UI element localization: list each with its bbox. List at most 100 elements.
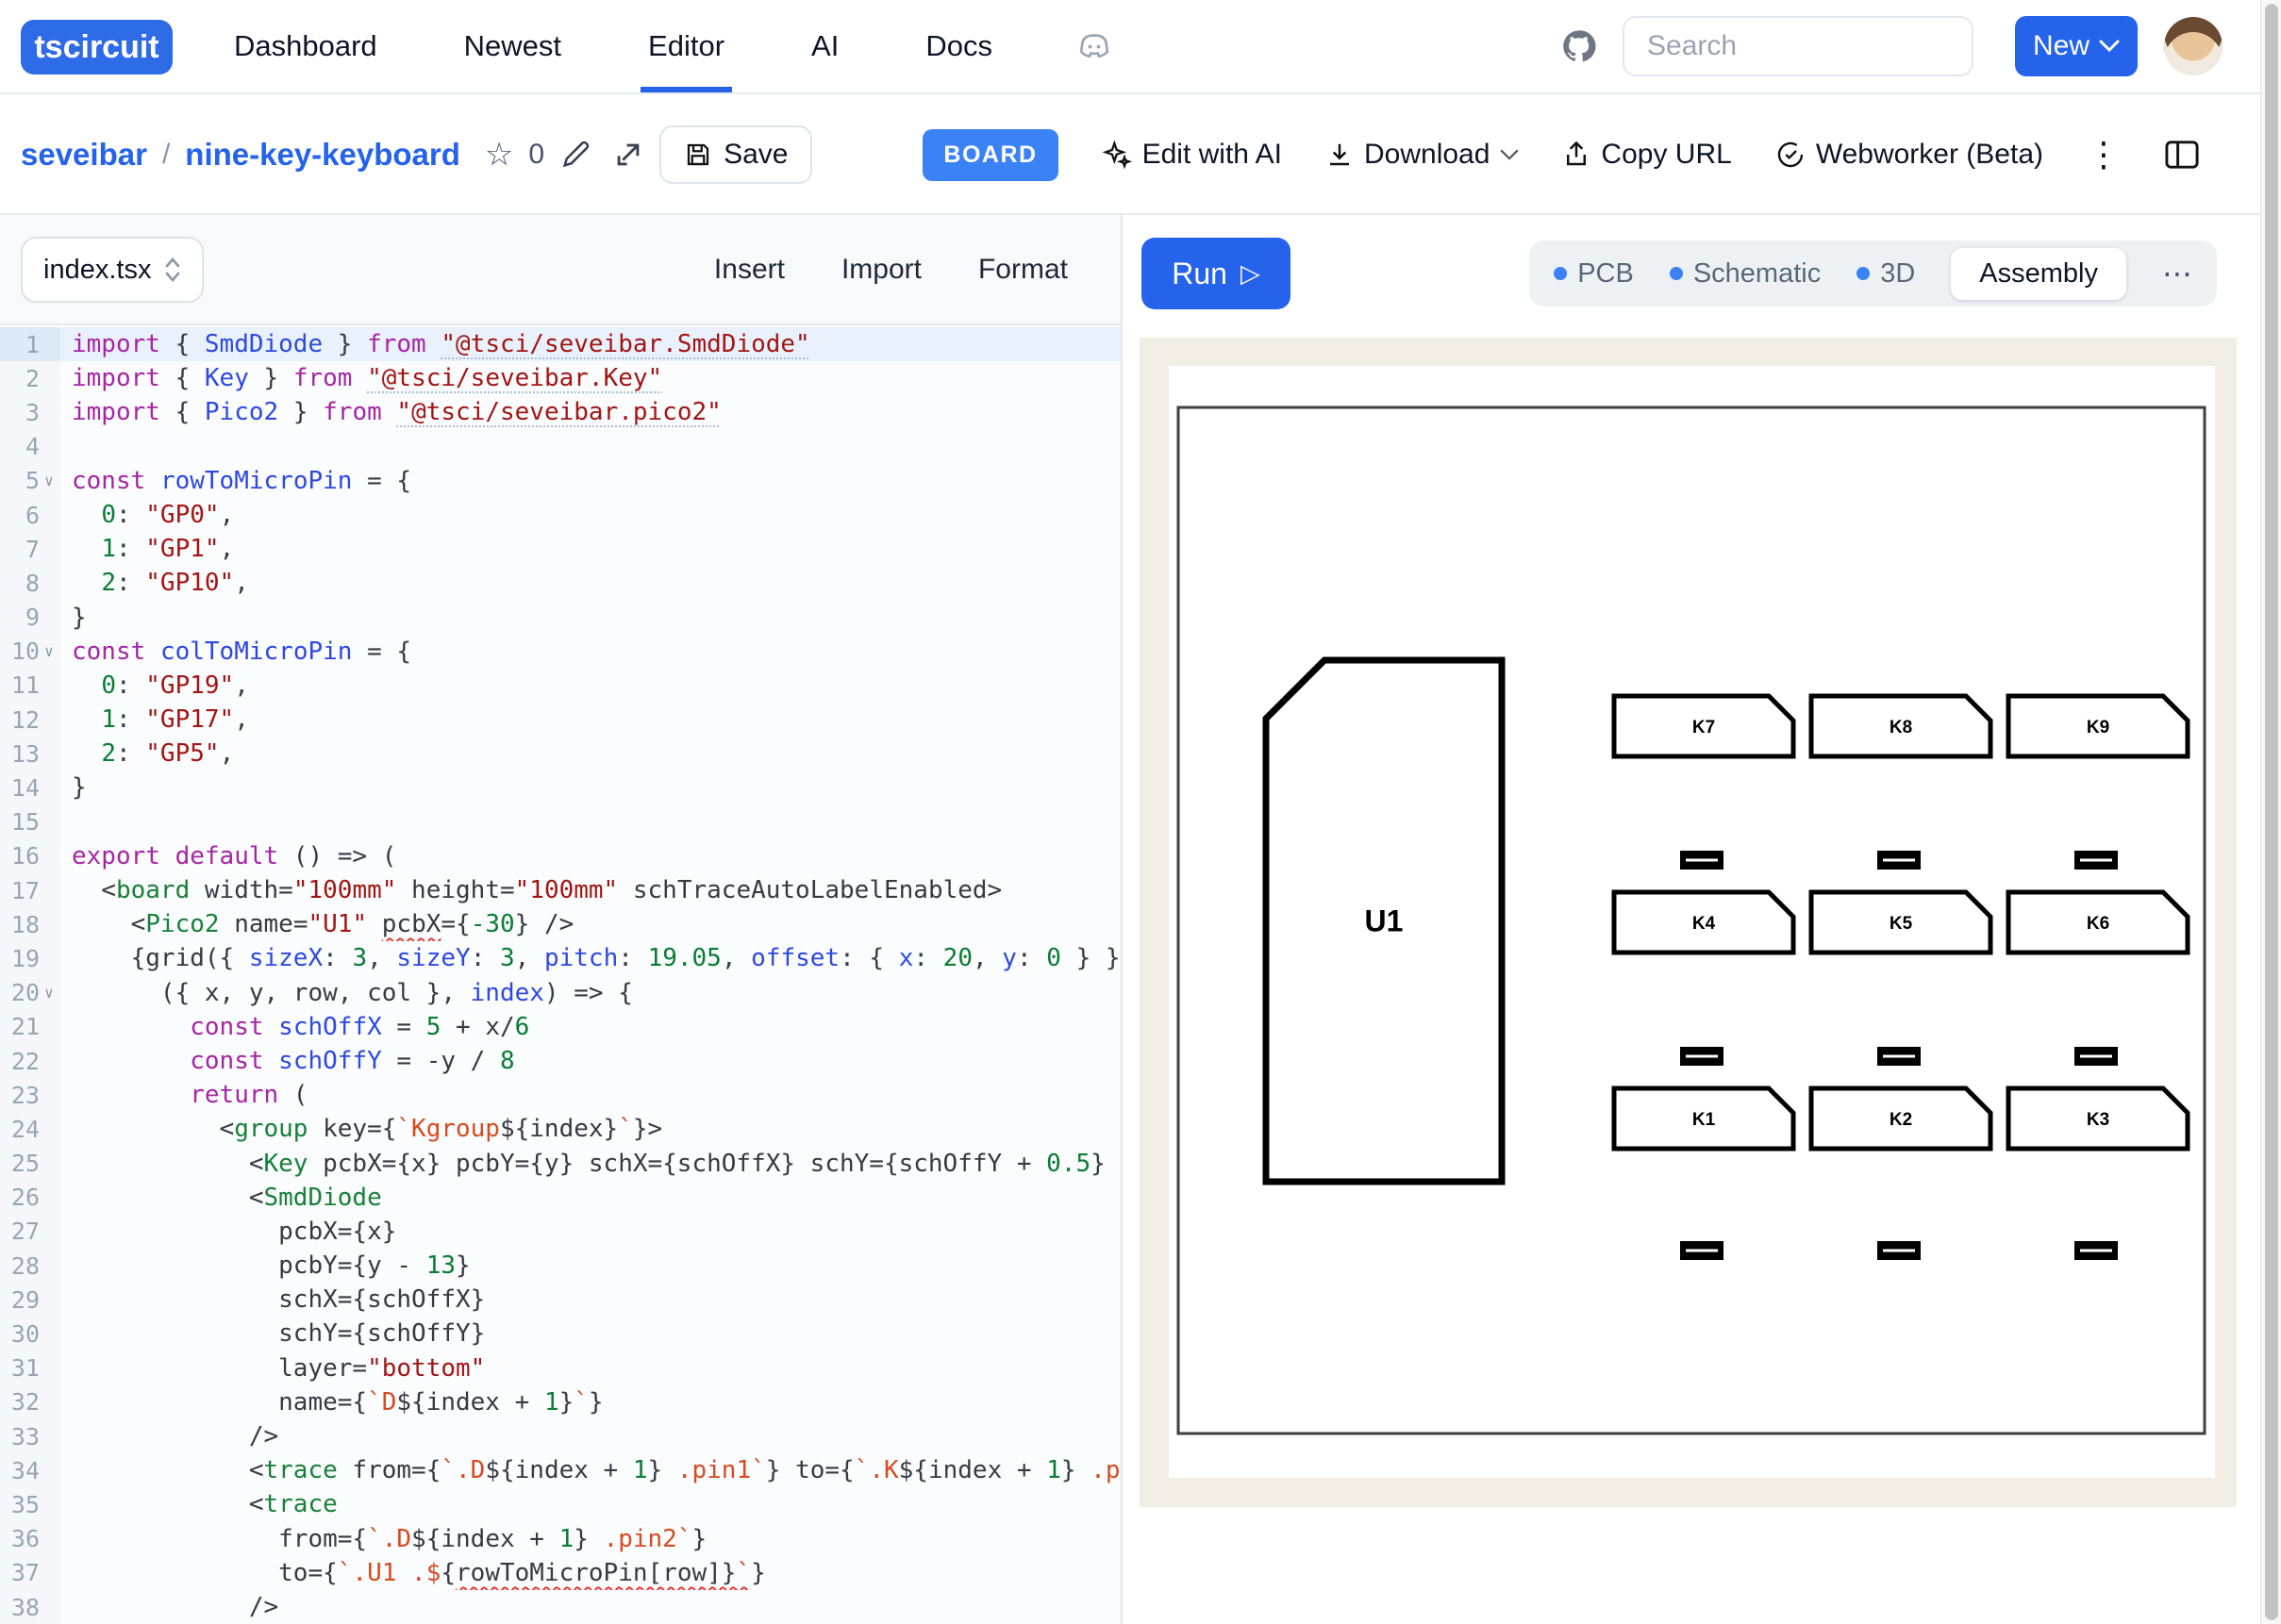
code-text: const colToMicroPin = { xyxy=(60,635,1121,669)
code-text: 2: "GP10", xyxy=(60,566,1121,600)
webworker-toggle[interactable]: Webworker (Beta) xyxy=(1775,139,2043,171)
preview-tabs: PCB Schematic 3D Assembly ⋯ xyxy=(1529,240,2217,307)
save-button[interactable]: Save xyxy=(659,125,812,184)
line-number: 35 xyxy=(0,1491,40,1518)
gutter-line-5: 5∨ xyxy=(0,464,60,498)
editor-menu-format[interactable]: Format xyxy=(978,254,1068,286)
user-avatar[interactable] xyxy=(2164,17,2223,75)
code-line-23: 23 return ( xyxy=(0,1078,1121,1112)
tab-pcb[interactable]: PCB xyxy=(1554,258,1634,290)
editor-menu-insert[interactable]: Insert xyxy=(714,254,785,286)
line-number: 9 xyxy=(0,604,40,631)
code-line-15: 15 xyxy=(0,805,1121,839)
tab-schematic[interactable]: Schematic xyxy=(1670,258,1821,290)
edit-with-ai-button[interactable]: Edit with AI xyxy=(1102,139,1282,171)
code-text: return ( xyxy=(60,1078,1121,1112)
fold-arrow-icon[interactable]: ∨ xyxy=(40,984,58,1002)
nav-link-newest[interactable]: Newest xyxy=(457,0,569,92)
open-external-icon[interactable] xyxy=(612,139,644,171)
key-label-k9: K9 xyxy=(2087,718,2109,737)
line-number: 17 xyxy=(0,877,40,904)
fold-arrow-icon[interactable]: ∨ xyxy=(40,472,58,489)
code-line-28: 28 pcbY={y - 13} xyxy=(0,1249,1121,1283)
code-area[interactable]: 1import { SmdDiode } from "@tsci/seveiba… xyxy=(0,327,1121,1624)
key-label-k5: K5 xyxy=(1890,914,1913,934)
code-line-6: 6 0: "GP0", xyxy=(0,498,1121,532)
editor-menu-import[interactable]: Import xyxy=(841,254,922,286)
new-button-label: New xyxy=(2033,30,2090,62)
gutter-line-19: 19 xyxy=(0,941,60,975)
code-text: <group key={`Kgroup${index}`}> xyxy=(60,1112,1121,1146)
github-icon[interactable] xyxy=(1560,27,1598,65)
code-line-33: 33 /> xyxy=(0,1419,1121,1453)
key-label-k1: K1 xyxy=(1692,1110,1716,1130)
line-number: 36 xyxy=(0,1525,40,1552)
breadcrumb-separator: / xyxy=(162,139,170,171)
tab-assembly[interactable]: Assembly xyxy=(1951,248,2126,300)
new-button[interactable]: New xyxy=(2015,16,2138,76)
star-icon[interactable]: ☆ xyxy=(485,136,513,174)
line-number: 16 xyxy=(0,842,40,870)
gutter-line-7: 7 xyxy=(0,532,60,566)
line-number: 14 xyxy=(0,774,40,802)
search-input[interactable] xyxy=(1623,16,1973,76)
copy-url-button[interactable]: Copy URL xyxy=(1562,139,1731,171)
webworker-label: Webworker (Beta) xyxy=(1816,139,2043,171)
copy-url-label: Copy URL xyxy=(1601,139,1731,171)
tab-label: Schematic xyxy=(1693,258,1821,290)
gutter-line-12: 12 xyxy=(0,703,60,737)
tabs-more-icon[interactable]: ⋯ xyxy=(2162,256,2192,291)
scrollbar-thumb[interactable] xyxy=(2265,4,2278,1620)
nav-link-dashboard[interactable]: Dashboard xyxy=(226,0,385,92)
file-selector[interactable]: index.tsx xyxy=(21,237,204,303)
gutter-line-27: 27 xyxy=(0,1215,60,1249)
tscircuit-logo[interactable]: tscircuit xyxy=(21,20,173,75)
line-number: 20 xyxy=(0,979,40,1006)
code-line-18: 18 <Pico2 name="U1" pcbX={-30} /> xyxy=(0,907,1121,941)
nav-link-editor[interactable]: Editor xyxy=(641,0,732,92)
logo-text: tscircuit xyxy=(34,29,158,66)
line-number: 30 xyxy=(0,1320,40,1348)
code-line-7: 7 1: "GP1", xyxy=(0,532,1121,566)
download-label: Download xyxy=(1364,139,1490,171)
board-badge[interactable]: BOARD xyxy=(923,129,1057,181)
line-number: 26 xyxy=(0,1184,40,1211)
code-text: import { SmdDiode } from "@tsci/seveibar… xyxy=(60,327,1121,361)
updown-chevrons-icon xyxy=(164,256,181,284)
line-number: 19 xyxy=(0,945,40,972)
code-line-26: 26 <SmdDiode xyxy=(0,1181,1121,1215)
gutter-line-23: 23 xyxy=(0,1078,60,1112)
assembly-viewport[interactable]: U1K7K8K9K4K5K6K1K2K3 xyxy=(1140,338,2237,1507)
line-number: 2 xyxy=(0,365,40,392)
code-line-22: 22 const schOffY = -y / 8 xyxy=(0,1044,1121,1078)
gutter-line-37: 37 xyxy=(0,1556,60,1590)
code-text: } xyxy=(60,601,1121,635)
code-line-3: 3import { Pico2 } from "@tsci/seveibar.p… xyxy=(0,395,1121,429)
download-button[interactable]: Download xyxy=(1325,139,1519,171)
nav-link-ai[interactable]: AI xyxy=(804,0,846,92)
fold-arrow-icon[interactable]: ∨ xyxy=(40,642,58,660)
gutter-line-32: 32 xyxy=(0,1385,60,1419)
code-text: import { Key } from "@tsci/seveibar.Key" xyxy=(60,361,1121,395)
toggle-panel-icon[interactable] xyxy=(2164,139,2200,171)
code-line-16: 16export default () => ( xyxy=(0,839,1121,873)
more-options-kebab-icon[interactable]: ⋮ xyxy=(2087,136,2121,174)
breadcrumb-project-link[interactable]: nine-key-keyboard xyxy=(185,137,460,173)
code-line-27: 27 pcbX={x} xyxy=(0,1215,1121,1249)
tab-3d[interactable]: 3D xyxy=(1856,258,1915,290)
gutter-line-18: 18 xyxy=(0,907,60,941)
save-button-label: Save xyxy=(724,139,788,171)
breadcrumb-owner-link[interactable]: seveibar xyxy=(21,137,147,173)
top-navbar: tscircuit Dashboard Newest Editor AI Docs Ne… xyxy=(0,0,2260,94)
rename-pencil-icon[interactable] xyxy=(559,139,591,171)
edit-with-ai-label: Edit with AI xyxy=(1142,139,1282,171)
code-line-14: 14} xyxy=(0,771,1121,804)
key-label-k2: K2 xyxy=(1890,1110,1912,1130)
run-button[interactable]: Run ▷ xyxy=(1141,238,1290,309)
gutter-line-31: 31 xyxy=(0,1351,60,1385)
nav-link-docs[interactable]: Docs xyxy=(918,0,1000,92)
discord-icon[interactable] xyxy=(1072,0,1117,92)
page-scrollbar[interactable] xyxy=(2260,0,2281,1624)
code-text: <trace xyxy=(60,1487,1121,1521)
key-label-k8: K8 xyxy=(1890,718,1912,737)
